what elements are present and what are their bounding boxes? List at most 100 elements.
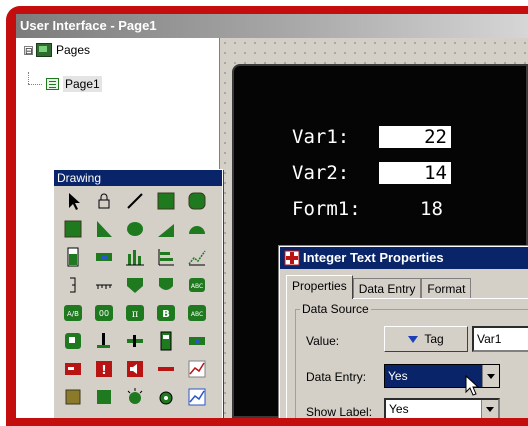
tool-triangle-icon[interactable] <box>155 218 177 240</box>
ab-icon: A/B <box>64 305 82 321</box>
tool-b-icon[interactable]: B <box>155 302 177 324</box>
speaker-icon <box>127 361 143 377</box>
tool-bar-chart-icon[interactable] <box>124 246 146 268</box>
svg-text:A/B: A/B <box>67 310 79 318</box>
integer-text-properties-dialog[interactable]: Integer Text Properties Properties Data … <box>279 246 528 418</box>
svg-text:ABC: ABC <box>191 311 203 318</box>
bar-gauge-icon <box>67 247 79 267</box>
data-entry-value: Yes <box>388 369 408 383</box>
valve-icon <box>97 333 110 348</box>
tool-exclamation-icon[interactable]: ! <box>93 358 115 380</box>
chevron-down-icon <box>486 406 494 412</box>
tool-tank-icon[interactable] <box>155 330 177 352</box>
tool-rounded-rect-icon[interactable] <box>186 190 208 212</box>
dialog-titlebar[interactable]: Integer Text Properties <box>280 247 528 269</box>
tag-value-field[interactable]: Var1 <box>472 326 528 352</box>
tree-item-pages[interactable]: ⊟ Pages <box>24 42 90 58</box>
tool-pointer-icon[interactable] <box>62 190 84 212</box>
square-icon <box>64 220 82 238</box>
rectangle-icon <box>157 192 175 210</box>
collapse-icon[interactable]: ⊟ <box>24 45 33 55</box>
tool-lock-icon[interactable] <box>93 190 115 212</box>
tool-sun-icon[interactable] <box>124 386 146 408</box>
tool-rectangle-icon[interactable] <box>155 190 177 212</box>
tool-ruler-icon[interactable] <box>93 274 115 296</box>
show-label-select[interactable]: Yes <box>384 398 500 418</box>
svg-text:B: B <box>162 309 170 320</box>
tank-icon <box>160 331 172 351</box>
properties-icon <box>284 250 300 266</box>
tool-trend-icon[interactable] <box>186 246 208 268</box>
pointer-icon <box>69 193 80 210</box>
tool-chart-icon[interactable] <box>186 386 208 408</box>
scale-icon <box>70 277 76 293</box>
tool-slider-icon[interactable] <box>93 246 115 268</box>
tool-bar-gauge-icon[interactable] <box>62 246 84 268</box>
tool-bar-icon[interactable] <box>155 358 177 380</box>
tool-pi-icon[interactable]: π <box>124 302 146 324</box>
tool-pipe-icon[interactable] <box>124 330 146 352</box>
tool-semicircle-icon[interactable] <box>186 218 208 240</box>
tool-square-green-icon[interactable] <box>93 386 115 408</box>
form1-value[interactable]: 18 <box>420 198 443 220</box>
tool-square-small-icon[interactable] <box>62 386 84 408</box>
window-frame: User Interface - Page1 ⊟ Pages Page1 Var… <box>6 6 528 426</box>
tool-scale-icon[interactable] <box>62 274 84 296</box>
tool-gear-icon[interactable] <box>155 386 177 408</box>
abc-text-icon: ABC <box>189 278 205 292</box>
tab-panel: Data Source Value: Tag Var1 Data Entry: … <box>286 298 528 418</box>
tool-pentagon-icon[interactable] <box>124 274 146 296</box>
tool-alarm-icon[interactable] <box>62 358 84 380</box>
tool-graph-icon[interactable] <box>186 358 208 380</box>
tree-connector <box>28 84 42 85</box>
tool-square-icon[interactable] <box>62 218 84 240</box>
tool-abc-text-icon[interactable]: ABC <box>186 274 208 296</box>
tab-data-entry[interactable]: Data Entry <box>352 278 422 299</box>
rounded-rect-icon <box>188 192 206 210</box>
drawing-toolbox[interactable]: Drawing ABC A/B 00 π B ABC! <box>53 169 223 418</box>
dropdown-button[interactable] <box>482 365 499 387</box>
var1-value[interactable]: 22 <box>379 126 451 148</box>
gear-icon <box>159 391 173 405</box>
tool-line-icon[interactable] <box>124 190 146 212</box>
tree-item-label: Pages <box>56 43 91 57</box>
slider-icon <box>96 253 112 261</box>
tool-valve-icon[interactable] <box>93 330 115 352</box>
tab-properties[interactable]: Properties <box>286 275 353 299</box>
tool-speaker-icon[interactable] <box>124 358 146 380</box>
window-title: User Interface - Page1 <box>16 14 528 38</box>
tool-button-icon[interactable] <box>62 330 84 352</box>
value-label: Value: <box>306 334 340 348</box>
right-triangle-icon <box>97 221 112 237</box>
tree-connector <box>28 72 29 84</box>
tool-pump-icon[interactable] <box>186 330 208 352</box>
pi-icon: π <box>126 305 144 321</box>
tool-ab-icon[interactable]: A/B <box>62 302 84 324</box>
pump-icon <box>189 337 205 345</box>
dialog-tabs: Properties Data Entry Format <box>286 275 472 299</box>
tool-level-icon[interactable] <box>155 246 177 268</box>
bar-icon <box>158 367 174 371</box>
shield-icon <box>159 278 173 290</box>
show-label-label: Show Label: <box>306 405 373 418</box>
tool-00-display-icon[interactable]: 00 <box>93 302 115 324</box>
toolbox-title: Drawing <box>54 170 222 186</box>
tool-abc-button-icon[interactable]: ABC <box>186 302 208 324</box>
tool-right-triangle-icon[interactable] <box>93 218 115 240</box>
triangle-down-icon <box>408 335 419 343</box>
pentagon-icon <box>127 278 143 293</box>
tree-item-page1[interactable]: Page1 <box>46 76 102 92</box>
chart-icon <box>188 388 206 406</box>
dropdown-button[interactable] <box>481 400 498 418</box>
var2-value[interactable]: 14 <box>379 162 451 184</box>
var2-label: Var2: <box>292 162 350 184</box>
mouse-cursor-icon <box>465 375 479 396</box>
tool-ellipse-icon[interactable] <box>124 218 146 240</box>
bar-chart-icon <box>126 250 144 266</box>
tab-format[interactable]: Format <box>421 278 472 299</box>
data-entry-label: Data Entry: <box>306 370 367 384</box>
tag-button[interactable]: Tag <box>384 326 468 352</box>
chevron-down-icon <box>487 373 495 379</box>
tool-shield-icon[interactable] <box>155 274 177 296</box>
data-entry-select[interactable]: Yes <box>384 364 500 388</box>
